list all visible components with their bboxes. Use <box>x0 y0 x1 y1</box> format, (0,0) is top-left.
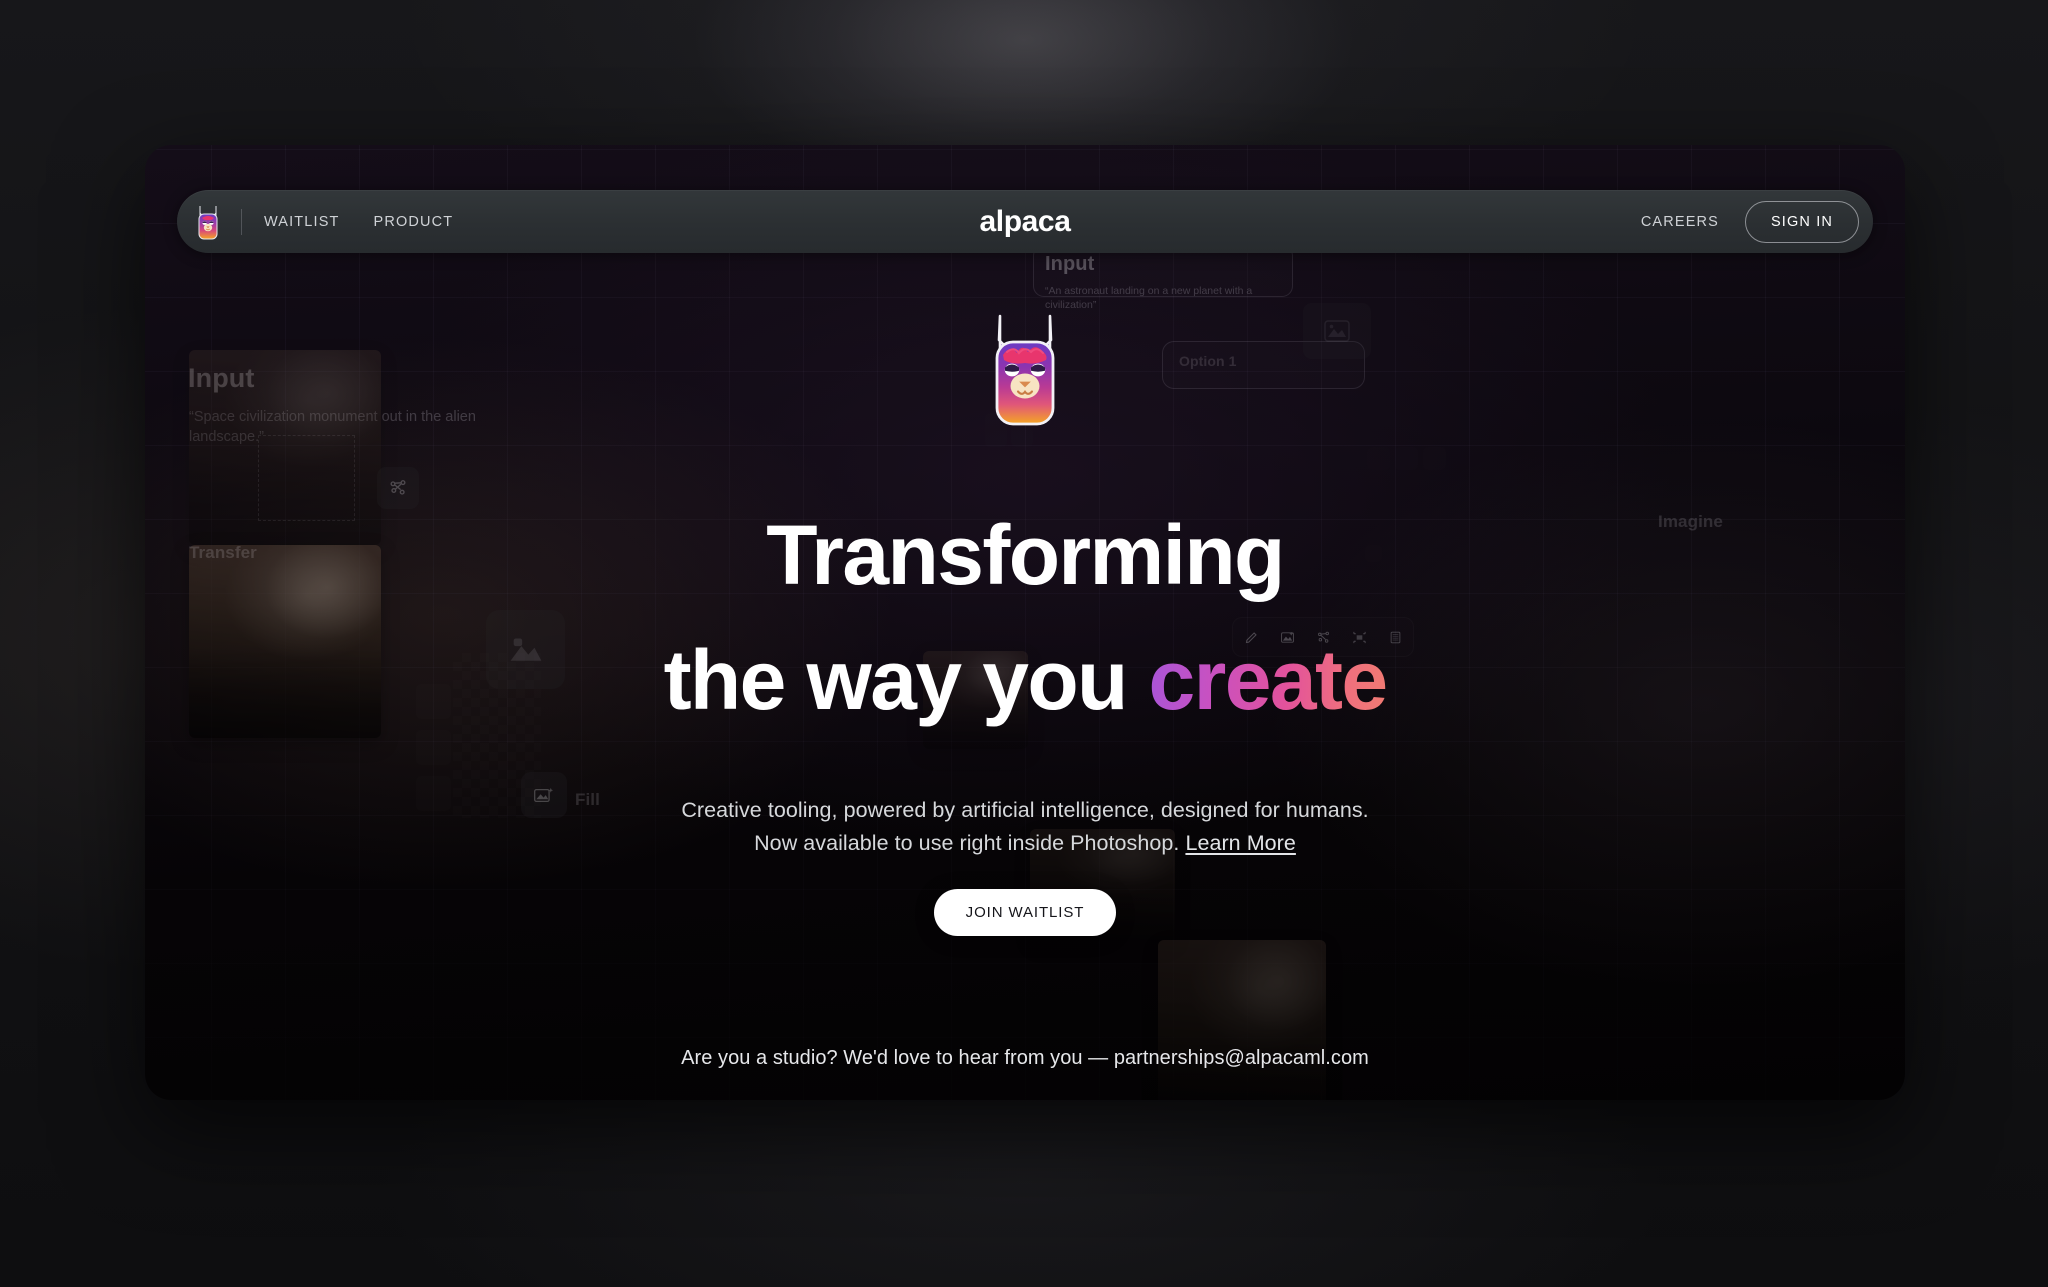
collage-option-label: Option 1 <box>1179 353 1237 369</box>
browser-card: Input “Space civilization monument out i… <box>145 145 1905 1100</box>
hero-headline-accent: create <box>1148 633 1389 727</box>
collage-image-option <box>1158 940 1326 1100</box>
alpaca-llama-logo-icon[interactable] <box>195 203 221 241</box>
join-waitlist-button[interactable]: JOIN WAITLIST <box>933 889 1117 936</box>
cta-container: JOIN WAITLIST <box>145 889 1905 936</box>
collage-chip-c <box>1367 447 1390 470</box>
nav-link-product[interactable]: PRODUCT <box>374 214 454 230</box>
collage-input-left-quote: “Space civilization monument out in the … <box>189 409 476 445</box>
learn-more-link[interactable]: Learn More <box>1185 831 1295 855</box>
collage-chip-e <box>1423 447 1446 470</box>
hero-headline-line1: Transforming <box>766 508 1285 602</box>
hero-subtitle-line2: Now available to use right inside Photos… <box>145 831 1905 856</box>
collage-swatch-2 <box>416 730 451 765</box>
navbar: WAITLIST PRODUCT alpaca CAREERS SIGN IN <box>177 190 1873 253</box>
partnership-line: Are you a studio? We'd love to hear from… <box>681 1047 1369 1069</box>
collage-option-panel <box>1162 341 1365 389</box>
hero-headline-plain: the way you <box>663 633 1149 727</box>
collage-input-right-quote: “An astronaut landing on a new planet wi… <box>1045 285 1253 312</box>
collage-input-right-title: Input <box>1045 253 1095 275</box>
collage-transfer-tool-icon <box>377 467 419 509</box>
navbar-divider <box>241 208 242 235</box>
hero-subtitle-line1: Creative tooling, powered by artificial … <box>681 798 1369 822</box>
collage-input-left-title: Input <box>188 363 255 393</box>
hero-subtitle-text: Now available to use right inside Photos… <box>754 831 1180 855</box>
collage-icon-topright <box>1303 303 1371 359</box>
navbar-right-group: CAREERS SIGN IN <box>1641 200 1859 243</box>
nav-link-waitlist[interactable]: WAITLIST <box>264 214 340 230</box>
sign-in-button[interactable]: SIGN IN <box>1744 200 1859 243</box>
nav-link-careers[interactable]: CAREERS <box>1641 214 1719 230</box>
background-collage: Input “Space civilization monument out i… <box>145 145 1905 1100</box>
page-root: Input “Space civilization monument out i… <box>0 0 2048 1287</box>
collage-chip-d <box>1395 447 1418 470</box>
collage-selection-marquee <box>258 435 355 521</box>
hero-headline-line2: the way you create <box>145 638 1905 722</box>
navbar-left-group: WAITLIST PRODUCT <box>195 203 487 241</box>
alpaca-llama-mascot-icon <box>986 310 1064 430</box>
background-grid <box>145 145 1905 1100</box>
